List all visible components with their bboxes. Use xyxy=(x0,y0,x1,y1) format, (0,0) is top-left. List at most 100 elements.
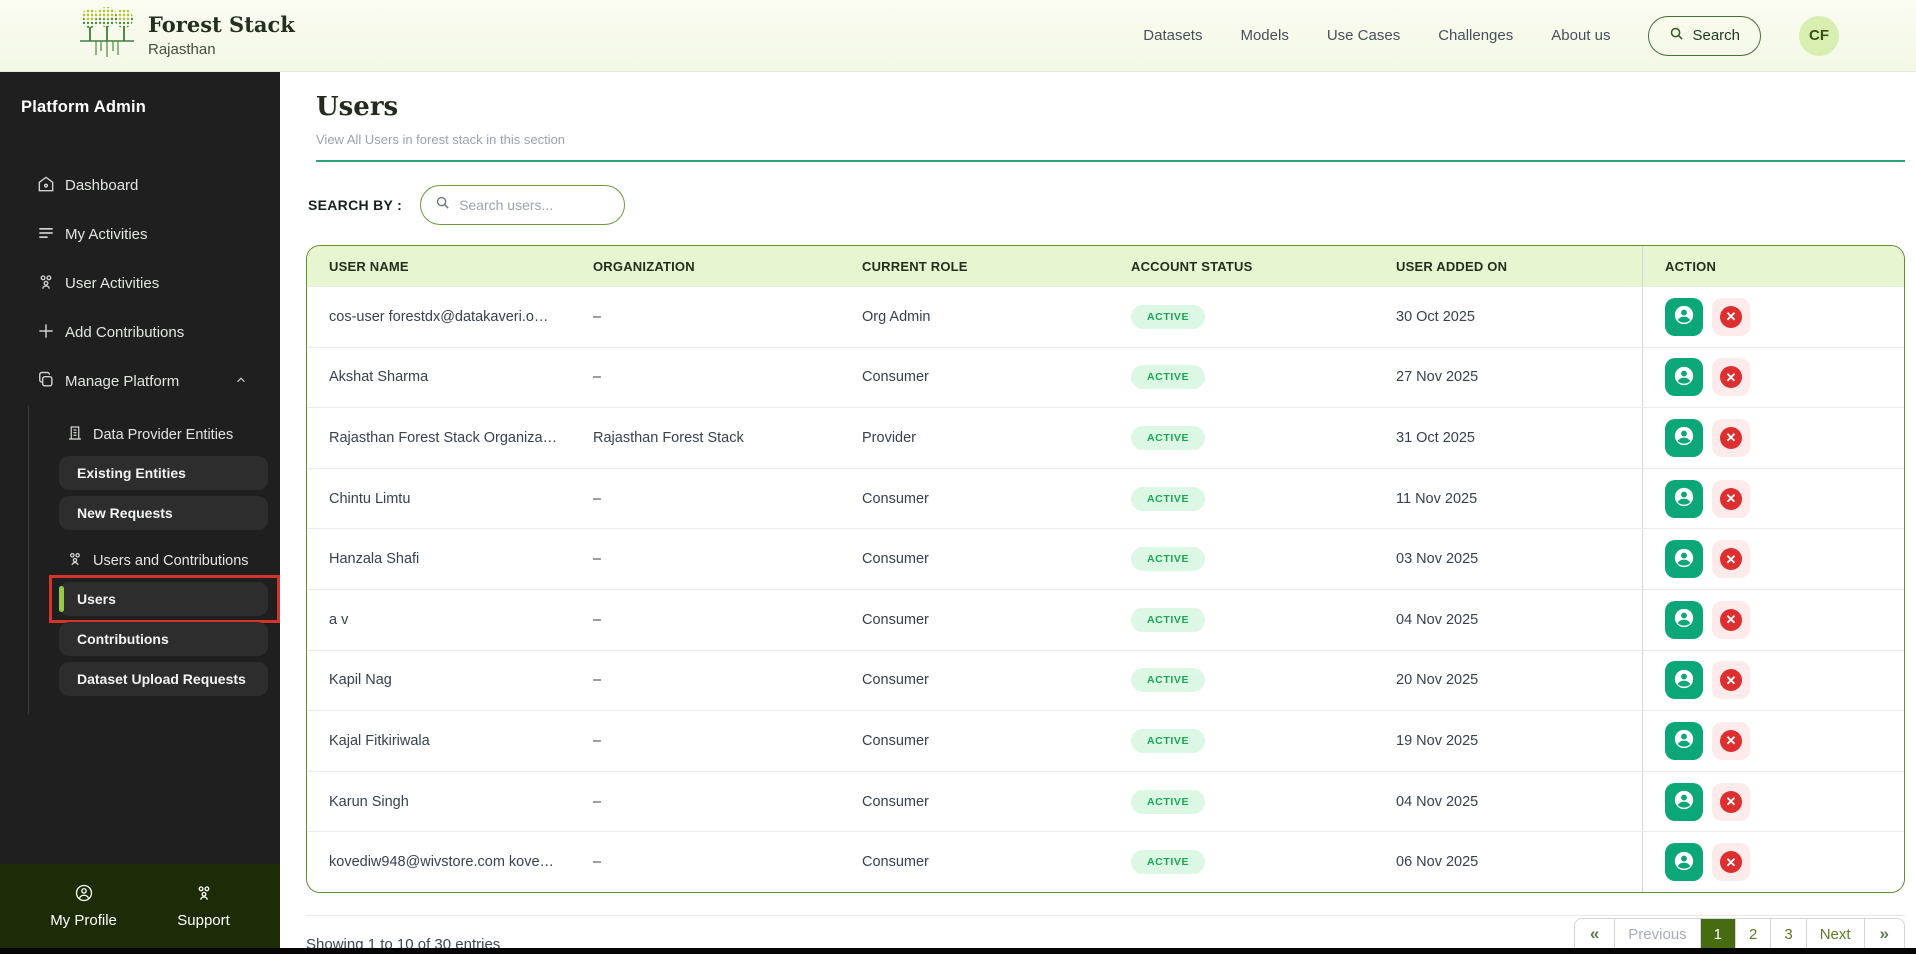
person-circle-icon xyxy=(1673,668,1695,693)
status-badge: ACTIVE xyxy=(1131,486,1206,511)
user-name-cell: cos-user forestdx@datakaveri.o… xyxy=(329,308,549,325)
sidebar-item-manage-platform[interactable]: Manage Platform xyxy=(0,357,280,406)
header-search-button[interactable]: Search xyxy=(1648,15,1761,56)
column-header-current-role: CURRENT ROLE xyxy=(862,258,968,274)
view-user-button[interactable] xyxy=(1665,843,1703,882)
people-icon xyxy=(194,883,214,907)
view-user-button[interactable] xyxy=(1665,661,1703,700)
remove-user-button[interactable]: ✕ xyxy=(1712,479,1750,518)
user-added-on-cell: 30 Oct 2025 xyxy=(1396,308,1475,325)
x-circle-icon: ✕ xyxy=(1720,426,1742,449)
sidebar-item-existing-entities[interactable]: Existing Entities xyxy=(59,456,268,490)
account-status-cell: ACTIVE xyxy=(1131,469,1396,529)
remove-user-button[interactable]: ✕ xyxy=(1712,843,1750,882)
sidebar-item-label: User Activities xyxy=(65,275,160,292)
action-cell: ✕ xyxy=(1642,347,1904,408)
pagination-page-2[interactable]: 2 xyxy=(1736,918,1772,950)
action-cell: ✕ xyxy=(1642,711,1904,771)
pill-label: New Requests xyxy=(77,505,173,521)
remove-user-button[interactable]: ✕ xyxy=(1712,358,1750,397)
top-nav: Datasets Models Use Cases Challenges Abo… xyxy=(1143,15,1916,56)
pagination-page-3[interactable]: 3 xyxy=(1771,918,1807,950)
sidebar-item-user-activities[interactable]: User Activities xyxy=(0,259,280,308)
pagination-previous-button[interactable]: Previous xyxy=(1615,918,1701,950)
sidebar-item-dashboard[interactable]: Dashboard xyxy=(0,161,280,210)
view-user-button[interactable] xyxy=(1665,540,1703,579)
action-cell: ✕ xyxy=(1642,771,1904,832)
sidebar-item-add-contributions[interactable]: Add Contributions xyxy=(0,308,280,357)
nav-about-us[interactable]: About us xyxy=(1551,27,1610,44)
x-circle-icon: ✕ xyxy=(1720,851,1742,874)
account-status-cell: ACTIVE xyxy=(1131,287,1396,347)
plus-icon xyxy=(36,321,56,345)
table-row: cos-user forestdx@datakaveri.o… – Org Ad… xyxy=(307,286,1904,347)
person-circle-icon xyxy=(1673,607,1695,632)
status-badge: ACTIVE xyxy=(1131,304,1206,329)
sidebar-item-label: My Activities xyxy=(65,226,148,243)
remove-user-button[interactable]: ✕ xyxy=(1712,782,1750,821)
view-user-button[interactable] xyxy=(1665,358,1703,397)
user-name-cell: Karun Singh xyxy=(329,793,409,810)
user-avatar[interactable]: CF xyxy=(1799,15,1839,56)
current-role-cell: Consumer xyxy=(862,611,929,628)
pagination-last-button[interactable]: » xyxy=(1864,918,1905,950)
x-circle-icon: ✕ xyxy=(1720,608,1742,631)
pagination: « Previous 1 2 3 Next » xyxy=(1573,918,1905,950)
action-cell: ✕ xyxy=(1642,589,1904,650)
organization-cell: – xyxy=(593,793,602,810)
sidebar-item-my-activities[interactable]: My Activities xyxy=(0,210,280,259)
status-badge: ACTIVE xyxy=(1131,668,1206,693)
chevron-up-icon xyxy=(234,373,248,391)
home-icon xyxy=(36,174,56,198)
search-users-input[interactable] xyxy=(459,197,610,213)
user-name-cell: Rajasthan Forest Stack Organiza… xyxy=(329,429,558,446)
view-user-button[interactable] xyxy=(1665,600,1703,639)
action-cell: ✕ xyxy=(1642,650,1904,711)
nav-datasets[interactable]: Datasets xyxy=(1143,27,1202,44)
pill-label: Existing Entities xyxy=(77,465,186,481)
my-profile-button[interactable]: My Profile xyxy=(50,883,117,929)
user-name-cell: a v xyxy=(329,611,349,628)
remove-user-button[interactable]: ✕ xyxy=(1712,661,1750,700)
table-row: Kapil Nag – Consumer ACTIVE 20 Nov 2025 … xyxy=(307,649,1904,711)
table-row: Kajal Fitkiriwala – Consumer ACTIVE 19 N… xyxy=(307,710,1904,771)
view-user-button[interactable] xyxy=(1665,418,1703,457)
remove-user-button[interactable]: ✕ xyxy=(1712,297,1750,336)
person-circle-icon xyxy=(1673,304,1695,329)
column-header-user-name: USER NAME xyxy=(329,258,409,274)
view-user-button[interactable] xyxy=(1665,721,1703,760)
remove-user-button[interactable]: ✕ xyxy=(1712,418,1750,457)
sidebar-item-label: Add Contributions xyxy=(65,324,185,341)
remove-user-button[interactable]: ✕ xyxy=(1712,721,1750,760)
nav-challenges[interactable]: Challenges xyxy=(1438,27,1513,44)
person-circle-icon xyxy=(1673,850,1695,875)
remove-user-button[interactable]: ✕ xyxy=(1712,540,1750,579)
pagination-next-button[interactable]: Next xyxy=(1806,918,1865,950)
current-role-cell: Consumer xyxy=(862,551,929,568)
sidebar-item-users[interactable]: Users xyxy=(49,575,280,623)
brand[interactable]: Forest Stack Rajasthan xyxy=(0,5,295,66)
sidebar-item-new-requests[interactable]: New Requests xyxy=(59,496,268,530)
remove-user-button[interactable]: ✕ xyxy=(1712,600,1750,639)
sidebar-item-dataset-upload-requests[interactable]: Dataset Upload Requests xyxy=(59,662,268,696)
person-circle-icon xyxy=(1673,728,1695,753)
user-name-cell: Kajal Fitkiriwala xyxy=(329,732,430,749)
brand-title: Forest Stack xyxy=(148,12,295,38)
user-added-on-cell: 27 Nov 2025 xyxy=(1396,369,1479,386)
sidebar-item-label: Dashboard xyxy=(65,177,139,194)
pagination-first-button[interactable]: « xyxy=(1573,918,1616,950)
view-user-button[interactable] xyxy=(1665,782,1703,821)
nav-use-cases[interactable]: Use Cases xyxy=(1327,27,1400,44)
status-badge: ACTIVE xyxy=(1131,607,1206,632)
organization-cell: – xyxy=(593,308,602,325)
nav-models[interactable]: Models xyxy=(1240,27,1288,44)
support-button[interactable]: Support xyxy=(177,883,230,929)
submenu-group-data-provider-entities[interactable]: Data Provider Entities xyxy=(59,420,268,450)
sidebar-item-contributions[interactable]: Contributions xyxy=(59,622,268,656)
organization-cell: – xyxy=(593,551,602,568)
users-search-field[interactable] xyxy=(420,185,626,225)
submenu-group-users-and-contributions[interactable]: Users and Contributions xyxy=(59,546,268,576)
view-user-button[interactable] xyxy=(1665,297,1703,336)
pagination-page-1[interactable]: 1 xyxy=(1700,918,1736,950)
view-user-button[interactable] xyxy=(1665,479,1703,518)
